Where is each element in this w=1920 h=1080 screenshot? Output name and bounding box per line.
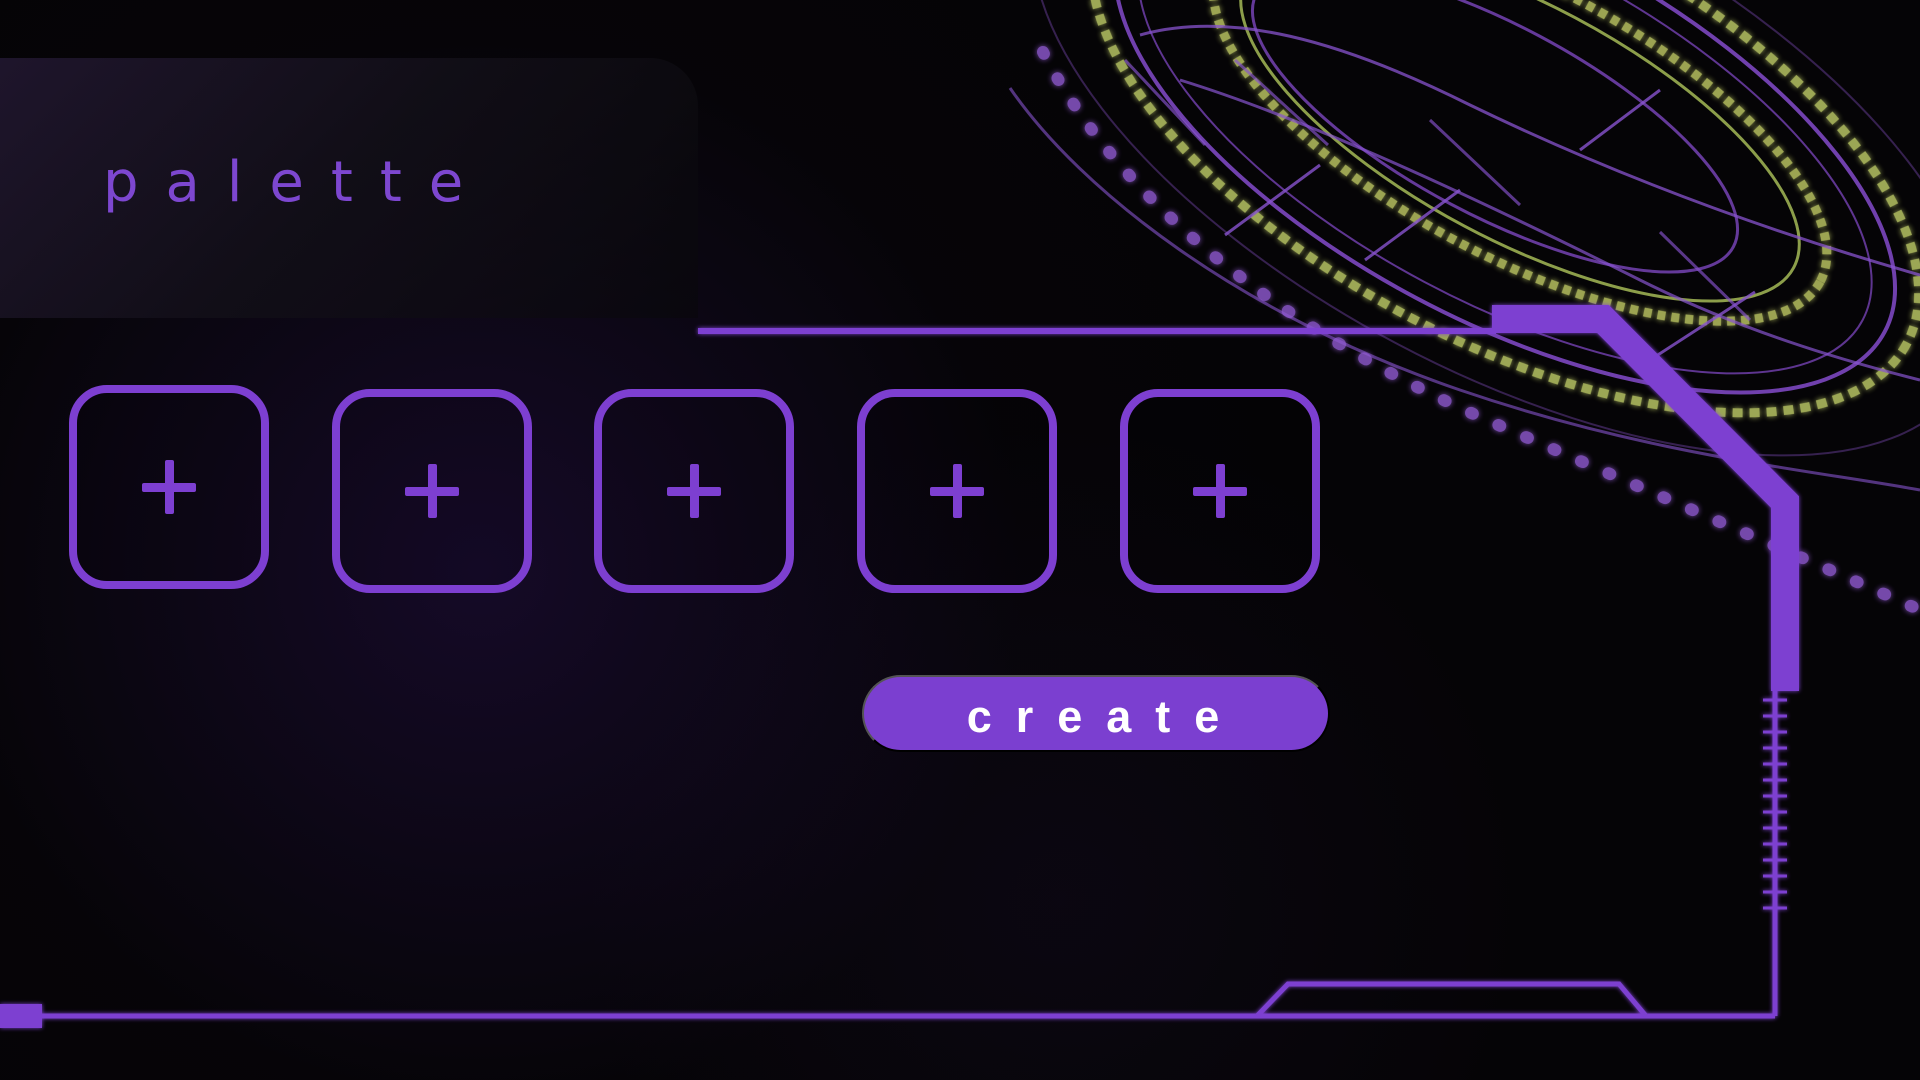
plus-icon <box>1193 464 1247 518</box>
palette-slot-4[interactable] <box>857 389 1057 593</box>
plus-icon <box>667 464 721 518</box>
palette-slot-5[interactable] <box>1120 389 1320 593</box>
palette-slot-3[interactable] <box>594 389 794 593</box>
plus-icon <box>142 460 196 514</box>
palette-slot-1[interactable] <box>69 385 269 589</box>
create-button[interactable]: create <box>862 675 1330 752</box>
palette-screen: palette create <box>0 0 1920 1080</box>
palette-slot-2[interactable] <box>332 389 532 593</box>
palette-slots <box>0 0 1920 1080</box>
plus-icon <box>405 464 459 518</box>
plus-icon <box>930 464 984 518</box>
